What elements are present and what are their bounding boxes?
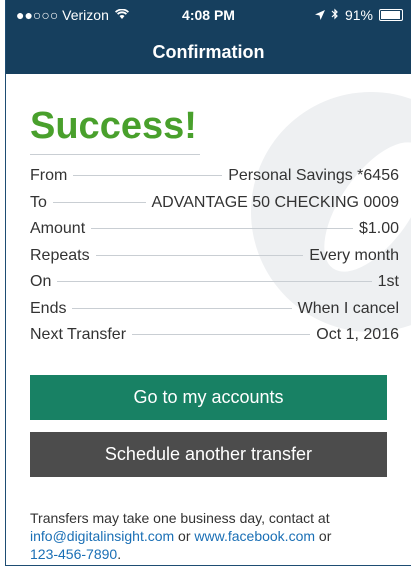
detail-label: Amount xyxy=(30,220,86,237)
leader-line xyxy=(91,228,353,229)
leader-line xyxy=(52,201,146,203)
leader-line xyxy=(57,281,372,282)
footer-or: or xyxy=(174,527,195,544)
phone-link[interactable]: 123-456-7890 xyxy=(30,546,117,562)
leader-line xyxy=(73,175,223,176)
leader-line xyxy=(132,334,311,335)
detail-label: To xyxy=(30,193,47,211)
button-label: Schedule another transfer xyxy=(104,443,313,464)
footer-text: Transfers may take one business day, con… xyxy=(30,509,330,526)
detail-row-on: On 1st xyxy=(30,273,399,300)
wifi-icon xyxy=(114,7,129,23)
detail-value: Every month xyxy=(309,246,399,264)
transfer-details: From Personal Savings *6456 To ADVANTAGE… xyxy=(30,167,399,353)
detail-label: Ends xyxy=(30,299,67,317)
detail-value: Personal Savings *6456 xyxy=(228,167,399,184)
detail-row-next-transfer: Next Transfer Oct 1, 2016 xyxy=(30,326,399,353)
success-heading: Success! xyxy=(30,105,197,147)
carrier-label: ●●○○○ Verizon xyxy=(16,7,109,23)
footer-period: . xyxy=(117,545,122,562)
detail-label: Next Transfer xyxy=(30,326,127,343)
leader-line xyxy=(72,307,292,309)
footer-note: Transfers may take one business day, con… xyxy=(30,509,399,563)
detail-label: Repeats xyxy=(30,246,90,264)
facebook-link[interactable]: www.facebook.com xyxy=(194,528,315,544)
email-link[interactable]: info@digitalinsight.com xyxy=(30,528,174,544)
status-left: ●●○○○ Verizon xyxy=(16,7,129,23)
detail-label: From xyxy=(30,167,68,184)
leader-line xyxy=(95,254,304,256)
detail-value: When I cancel xyxy=(297,299,399,317)
detail-value: Oct 1, 2016 xyxy=(316,326,399,343)
app-frame: ●●○○○ Verizon 4:08 PM 91% Confirmation S… xyxy=(5,0,411,566)
detail-label: On xyxy=(30,273,52,290)
detail-row-repeats: Repeats Every month xyxy=(30,247,399,274)
page-title: Confirmation xyxy=(152,41,265,62)
location-icon xyxy=(314,7,325,23)
go-to-accounts-button[interactable]: Go to my accounts xyxy=(30,374,387,420)
detail-row-to: To ADVANTAGE 50 CHECKING 0009 xyxy=(30,194,399,221)
battery-icon xyxy=(379,9,403,21)
schedule-another-transfer-button[interactable]: Schedule another transfer xyxy=(30,431,387,477)
confirmation-content: Success! From Personal Savings *6456 To … xyxy=(6,92,411,563)
footer-or: or xyxy=(315,527,332,544)
detail-value: 1st xyxy=(377,273,399,290)
detail-row-ends: Ends When I cancel xyxy=(30,300,399,327)
detail-value: ADVANTAGE 50 CHECKING 0009 xyxy=(151,193,400,211)
status-bar: ●●○○○ Verizon 4:08 PM 91% xyxy=(6,0,411,30)
bluetooth-icon xyxy=(331,7,339,23)
battery-percent: 91% xyxy=(344,7,373,23)
heading-divider xyxy=(30,154,200,155)
detail-row-from: From Personal Savings *6456 xyxy=(30,167,399,194)
detail-row-amount: Amount $1.00 xyxy=(30,220,399,247)
nav-bar: Confirmation xyxy=(6,30,411,74)
status-right: 91% xyxy=(314,7,403,23)
button-label: Go to my accounts xyxy=(133,386,284,407)
detail-value: $1.00 xyxy=(358,220,399,237)
